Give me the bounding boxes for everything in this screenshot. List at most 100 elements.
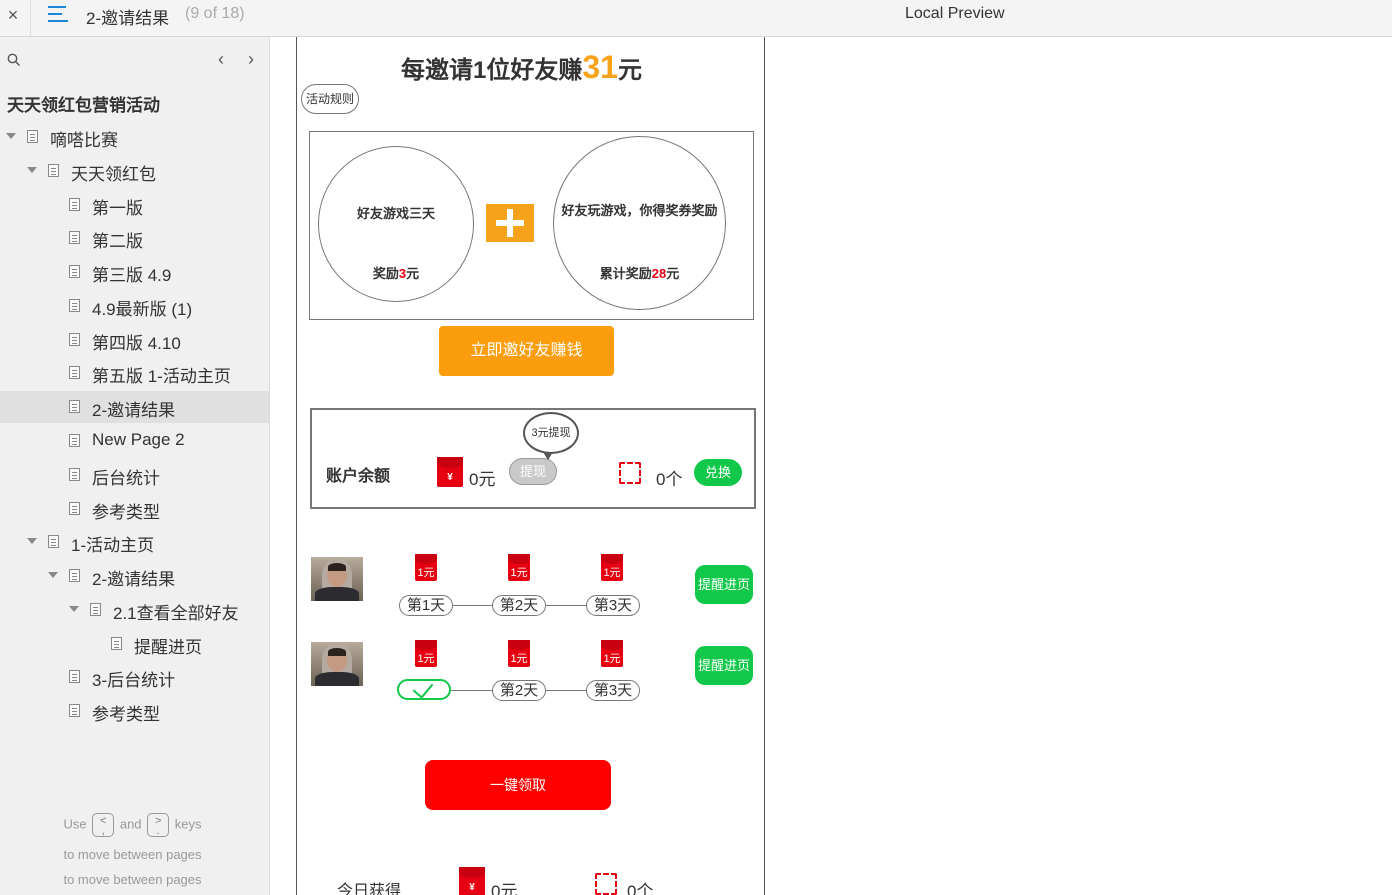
today-money: 0元: [491, 882, 518, 895]
reward-box: 好友游戏三天 奖励3元 好友玩游戏，你得奖券奖励 累计奖励28元: [309, 131, 754, 320]
sidebar-item-label: 第五版 1-活动主页: [92, 367, 231, 386]
divider: [30, 0, 31, 37]
close-icon[interactable]: ×: [4, 6, 22, 24]
balance-money: 0元: [469, 470, 496, 489]
page-icon: [90, 603, 101, 616]
red-envelope-icon: 1元: [508, 640, 530, 667]
page-icon: [69, 502, 80, 515]
sidebar: ‹ › 天天领红包营销活动 嘀嗒比赛天天领红包第一版第二版第三版 4.9 4.9最…: [0, 37, 270, 895]
sidebar-item[interactable]: 参考类型: [0, 695, 269, 727]
headline-prefix: 每邀请1位好友赚: [401, 57, 583, 84]
search-icon[interactable]: [7, 53, 21, 67]
caret-down-icon[interactable]: [6, 133, 16, 139]
rules-button[interactable]: 活动规则: [301, 84, 359, 114]
top-bar: × 2-邀请结果 (9 of 18) Local Preview: [0, 0, 1392, 37]
red-envelope-icon: 1元: [415, 554, 437, 581]
page-icon: [69, 400, 80, 413]
right-reward-amount: 28: [651, 266, 667, 281]
sidebar-item[interactable]: 2-邀请结果: [0, 560, 269, 592]
sidebar-item-label: 参考类型: [92, 705, 160, 724]
caret-down-icon[interactable]: [69, 606, 79, 612]
keyboard-hint: Use < , and > . keys: [0, 813, 265, 837]
left-reward-suffix: 元: [406, 266, 420, 281]
sidebar-item-label: 第二版: [92, 232, 143, 251]
page-icon: [69, 231, 80, 244]
sidebar-item[interactable]: 3-后台统计: [0, 661, 269, 693]
coupon-icon: [619, 462, 641, 484]
project-title: 天天领红包营销活动: [7, 96, 160, 115]
page-icon: [69, 366, 80, 379]
preview-title: Local Preview: [905, 5, 1005, 22]
friend-avatar: [311, 642, 363, 686]
coin-label: 1元: [417, 653, 435, 665]
right-circle-reward: 累计奖励28元: [554, 263, 725, 282]
sidebar-item-label: 参考类型: [92, 503, 160, 522]
claim-all-button[interactable]: 一键领取: [425, 760, 611, 810]
sidebar-item-label: 嘀嗒比赛: [50, 131, 118, 150]
coupon-icon: [595, 873, 617, 895]
page-icon: [111, 637, 122, 650]
withdraw-button[interactable]: 提现: [509, 458, 557, 485]
sidebar-item[interactable]: 第五版 1-活动主页: [0, 357, 269, 389]
sidebar-item-label: 2-邀请结果: [92, 570, 176, 589]
red-envelope-icon: 1元: [601, 554, 623, 581]
caret-down-icon[interactable]: [48, 572, 58, 578]
page-title: 2-邀请结果: [86, 9, 170, 28]
sidebar-item-label: 提醒进页: [134, 638, 202, 657]
sidebar-item[interactable]: 提醒进页: [0, 628, 269, 660]
next-page-icon[interactable]: ›: [244, 49, 258, 69]
headline-suffix: 元: [617, 57, 642, 84]
hint-use: Use: [63, 816, 87, 832]
preview-canvas: 每邀请1位好友赚31元 活动规则 好友游戏三天 奖励3元 好友玩游戏，你得奖券奖…: [296, 37, 765, 895]
page-icon: [48, 164, 59, 177]
sidebar-item-label: 1-活动主页: [71, 536, 155, 555]
yen-symbol: ¥: [447, 472, 453, 483]
page-icon: [69, 198, 80, 211]
sidebar-item[interactable]: 第二版: [0, 222, 269, 254]
left-reward-prefix: 奖励: [372, 266, 399, 281]
page-icon: [69, 299, 80, 312]
sidebar-item-label: 2.1查看全部好友: [113, 604, 239, 623]
right-reward-suffix: 元: [666, 266, 680, 281]
hint-line-3: to move between pages: [63, 872, 202, 887]
menu-icon[interactable]: [48, 6, 68, 24]
sidebar-item[interactable]: 第一版: [0, 189, 269, 221]
balance-box: 账户余额 ¥ 0元 提现 3元提现 0个 兑换: [310, 408, 756, 509]
sidebar-item[interactable]: 2.1查看全部好友: [0, 594, 269, 626]
caret-down-icon[interactable]: [27, 167, 37, 173]
sidebar-item-label: 天天领红包: [71, 165, 156, 184]
sidebar-item[interactable]: 2-邀请结果: [0, 391, 269, 423]
caret-down-icon[interactable]: [27, 538, 37, 544]
sidebar-item-label: 4.9最新版 (1): [92, 300, 193, 319]
coin-label: 1元: [603, 653, 621, 665]
sidebar-item[interactable]: 后台统计: [0, 459, 269, 491]
sidebar-item[interactable]: 第三版 4.9: [0, 256, 269, 288]
day-pill: 第3天: [586, 595, 640, 616]
right-reward-prefix: 累计奖励: [599, 266, 652, 281]
sidebar-item[interactable]: New Page 2: [0, 425, 269, 457]
sidebar-item-label: 第一版: [92, 199, 143, 218]
sidebar-item[interactable]: 参考类型: [0, 493, 269, 525]
sidebar-item[interactable]: 嘀嗒比赛: [0, 121, 269, 153]
red-envelope-icon: ¥: [459, 867, 485, 895]
red-envelope-icon: ¥: [437, 457, 463, 487]
page-icon: [69, 670, 80, 683]
exchange-button[interactable]: 兑换: [694, 459, 742, 486]
prev-page-icon[interactable]: ‹: [214, 49, 228, 69]
right-reward-circle: 好友玩游戏，你得奖券奖励 累计奖励28元: [553, 136, 726, 310]
left-circle-reward: 奖励3元: [319, 263, 473, 282]
invite-friends-button[interactable]: 立即邀好友赚钱: [439, 326, 614, 376]
coin-label: 1元: [603, 567, 621, 579]
red-envelope-icon: 1元: [415, 640, 437, 667]
sidebar-item[interactable]: 1-活动主页: [0, 526, 269, 558]
day-pill: 第3天: [586, 680, 640, 701]
page-icon: [48, 535, 59, 548]
sidebar-item[interactable]: 4.9最新版 (1): [0, 290, 269, 322]
remind-button[interactable]: 提醒进页: [695, 646, 753, 685]
sidebar-item-label: 第四版 4.10: [92, 334, 181, 353]
headline: 每邀请1位好友赚31元: [401, 49, 642, 86]
sidebar-item[interactable]: 天天领红包: [0, 155, 269, 187]
remind-button[interactable]: 提醒进页: [695, 565, 753, 604]
page-icon: [69, 333, 80, 346]
sidebar-item[interactable]: 第四版 4.10: [0, 324, 269, 356]
